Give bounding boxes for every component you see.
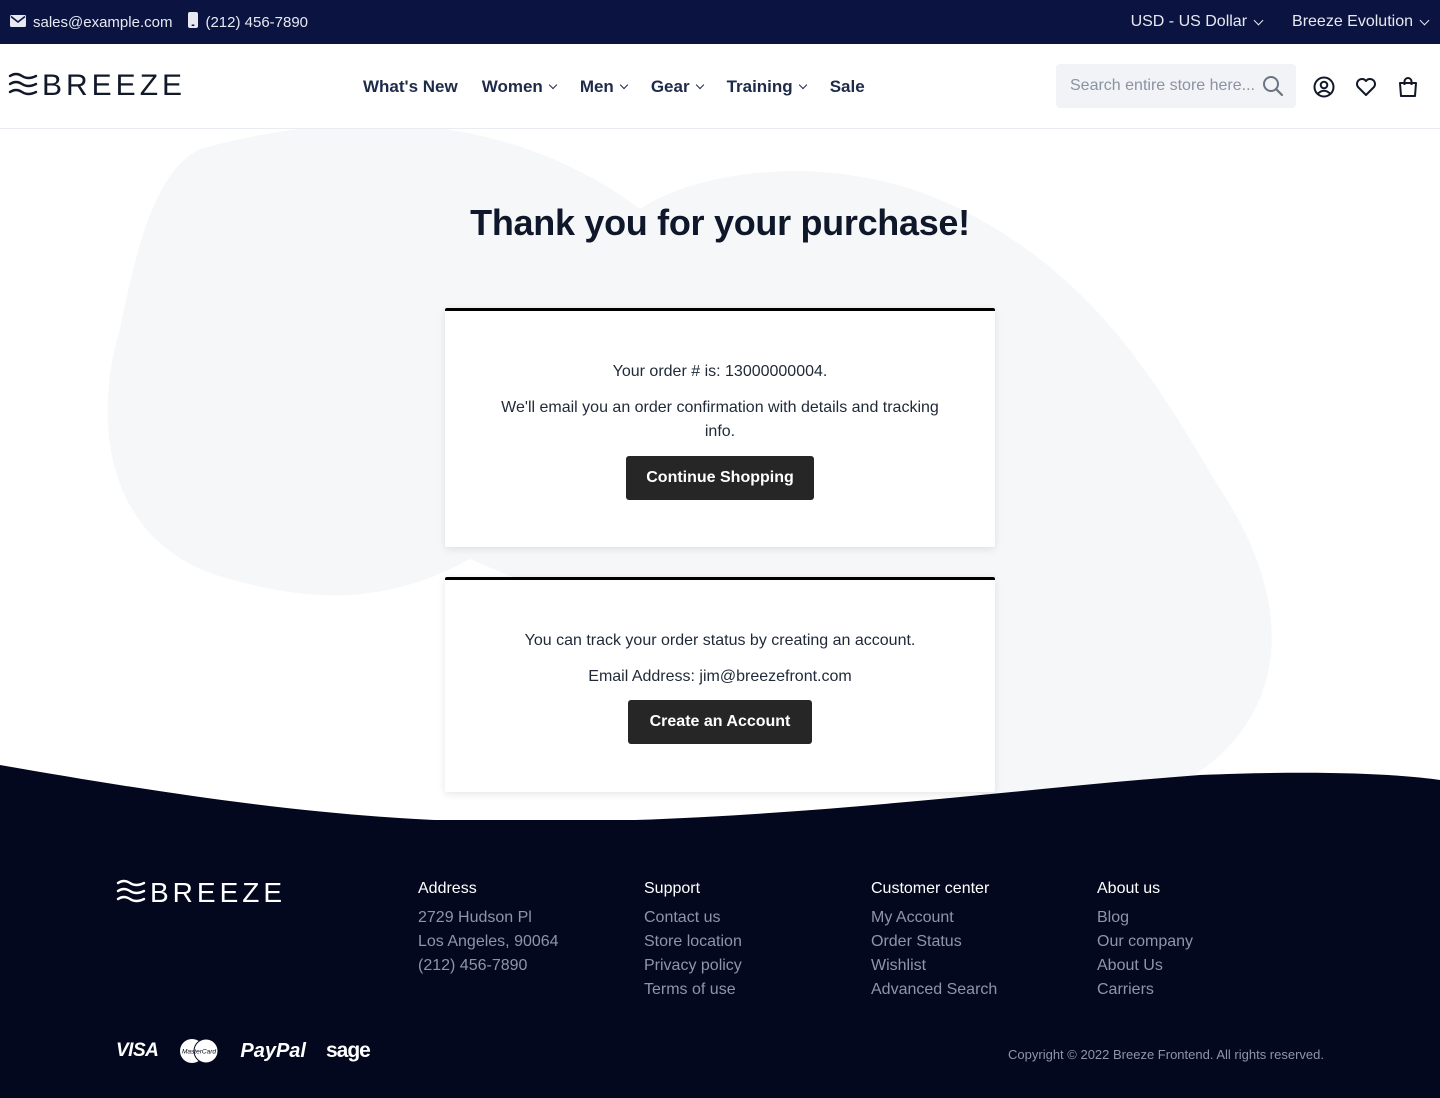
- wishlist-heart-icon[interactable]: [1354, 75, 1378, 99]
- footer-link-wishlist[interactable]: Wishlist: [871, 954, 997, 978]
- mastercard-icon: MasterCard: [178, 1038, 220, 1064]
- chevron-down-icon: [798, 80, 807, 89]
- footer-heading: Address: [418, 880, 477, 897]
- nav-men[interactable]: Men: [579, 76, 629, 97]
- order-success-card: Your order # is: 13000000004. We'll emai…: [445, 308, 995, 547]
- order-number-text: Your order # is: 13000000004.: [612, 363, 828, 380]
- footer-logo[interactable]: BREEZE: [116, 878, 286, 908]
- nav-label: Sale: [829, 76, 865, 96]
- continue-shopping-button[interactable]: Continue Shopping: [626, 456, 814, 500]
- nav-gear[interactable]: Gear: [650, 76, 704, 97]
- chevron-down-icon: [695, 80, 704, 89]
- nav-label: Training: [726, 76, 793, 96]
- header-actions: [1312, 75, 1420, 99]
- nav-label: What's New: [363, 76, 458, 96]
- top-bar: sales@example.com (212) 456-7890 USD - U…: [0, 0, 1440, 44]
- nav-training[interactable]: Training: [726, 76, 807, 97]
- visa-icon: VISA: [116, 1040, 159, 1061]
- sage-icon: sage: [325, 1039, 371, 1062]
- address-line: 2729 Hudson Pl: [418, 909, 532, 926]
- copyright-text: Copyright © 2022 Breeze Frontend. All ri…: [1008, 1047, 1324, 1062]
- main-nav: What's New Women Men Gear Training Sale: [363, 44, 865, 129]
- footer-link-our-company[interactable]: Our company: [1097, 930, 1193, 954]
- footer-link-about-us[interactable]: About Us: [1097, 954, 1193, 978]
- footer-link-contact-us[interactable]: Contact us: [644, 906, 742, 930]
- chevron-down-icon: [548, 80, 558, 89]
- top-phone-text: (212) 456-7890: [205, 13, 309, 31]
- search-box: [1056, 64, 1296, 108]
- account-icon[interactable]: [1312, 75, 1336, 99]
- wave-logo-icon: [8, 72, 38, 101]
- search-icon[interactable]: [1262, 75, 1284, 102]
- chevron-down-icon: [619, 80, 629, 89]
- wave-logo-icon: [116, 879, 146, 908]
- nav-women[interactable]: Women: [481, 76, 558, 97]
- address-line: Los Angeles, 90064: [418, 933, 559, 950]
- phone-icon: [188, 12, 199, 32]
- svg-text:MasterCard: MasterCard: [182, 1049, 216, 1056]
- footer-about: About us Blog Our company About Us Carri…: [1097, 878, 1193, 1002]
- store-label: Breeze Evolution: [1292, 13, 1413, 30]
- top-email-link[interactable]: sales@example.com: [10, 14, 172, 31]
- currency-switcher[interactable]: USD - US Dollar: [1130, 13, 1264, 31]
- footer-address: Address 2729 Hudson Pl Los Angeles, 9006…: [418, 878, 559, 978]
- mail-icon: [10, 14, 26, 31]
- footer-heading: About us: [1097, 880, 1161, 897]
- chevron-down-icon: [1419, 15, 1430, 25]
- address-phone[interactable]: (212) 456-7890: [418, 954, 559, 978]
- create-account-button[interactable]: Create an Account: [628, 700, 812, 744]
- nav-whats-new[interactable]: What's New: [363, 77, 458, 97]
- footer-link-carriers[interactable]: Carriers: [1097, 978, 1193, 1002]
- chevron-down-icon: [1253, 15, 1264, 25]
- footer-heading: Customer center: [871, 880, 990, 897]
- payment-methods: VISA MasterCard PayPal sage: [116, 1038, 371, 1064]
- email-address-text: Email Address: jim@breezefront.com: [588, 668, 852, 685]
- create-account-card: You can track your order status by creat…: [445, 577, 995, 792]
- site-logo[interactable]: BREEZE: [8, 71, 186, 101]
- footer-link-terms-of-use[interactable]: Terms of use: [644, 978, 742, 1002]
- site-header: BREEZE What's New Women Men Gear Trainin…: [0, 44, 1440, 129]
- paypal-icon: PayPal: [240, 1039, 306, 1062]
- top-phone-link[interactable]: (212) 456-7890: [188, 12, 308, 32]
- top-email-text: sales@example.com: [33, 13, 173, 31]
- search-input[interactable]: [1070, 77, 1260, 95]
- store-switcher[interactable]: Breeze Evolution: [1292, 13, 1430, 31]
- footer-logo-text: BREEZE: [150, 877, 287, 908]
- nav-label: Gear: [650, 76, 690, 96]
- currency-label: USD - US Dollar: [1130, 13, 1248, 30]
- footer-link-store-location[interactable]: Store location: [644, 930, 742, 954]
- footer-support: Support Contact us Store location Privac…: [644, 878, 742, 1002]
- nav-label: Women: [481, 76, 543, 96]
- cart-bag-icon[interactable]: [1396, 75, 1420, 99]
- track-order-text: You can track your order status by creat…: [524, 632, 916, 649]
- footer-link-my-account[interactable]: My Account: [871, 906, 997, 930]
- footer-link-privacy-policy[interactable]: Privacy policy: [644, 954, 742, 978]
- footer-link-blog[interactable]: Blog: [1097, 906, 1193, 930]
- footer-link-advanced-search[interactable]: Advanced Search: [871, 978, 997, 1002]
- logo-text: BREEZE: [42, 69, 187, 102]
- footer-link-order-status[interactable]: Order Status: [871, 930, 997, 954]
- nav-label: Men: [579, 76, 614, 96]
- footer-customer-center: Customer center My Account Order Status …: [871, 878, 997, 1002]
- footer-heading: Support: [644, 880, 701, 897]
- nav-sale[interactable]: Sale: [830, 77, 865, 97]
- site-footer: BREEZE Address 2729 Hudson Pl Los Angele…: [0, 820, 1440, 1098]
- page-title: Thank you for your purchase!: [470, 202, 970, 243]
- confirmation-text: We'll email you an order confirmation wi…: [501, 399, 939, 440]
